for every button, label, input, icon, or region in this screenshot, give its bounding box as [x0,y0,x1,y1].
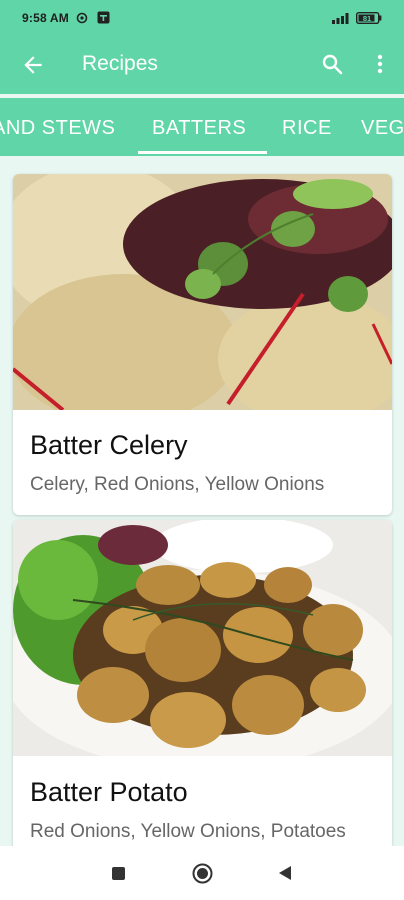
page-title: Recipes [82,52,158,75]
recipe-ingredients: Red Onions, Yellow Onions, Potatoes [30,821,346,842]
battery-icon: 81 [356,12,382,24]
recipe-card[interactable]: Batter Potato Red Onions, Yellow Onions,… [13,520,392,850]
recipe-image [13,174,392,410]
battery-level: 81 [363,14,371,23]
selected-tab-indicator [138,151,267,154]
recipe-card[interactable]: Batter Celery Celery, Red Onions, Yellow… [13,174,392,515]
tab-batters[interactable]: BATTERS [152,117,246,140]
back-triangle-icon[interactable] [278,865,292,881]
category-tabs: AND STEWS BATTERS RICE VEG [0,98,404,156]
app-bar: Recipes [0,36,404,94]
more-vert-icon[interactable] [370,52,390,76]
notification-icon [97,11,110,24]
back-arrow-icon[interactable] [20,52,46,78]
recipe-ingredients: Celery, Red Onions, Yellow Onions [30,474,325,495]
tab-vegetables[interactable]: VEG [361,117,404,140]
recipe-title: Batter Celery [30,430,188,460]
recents-square-icon[interactable] [112,867,125,880]
recipe-title: Batter Potato [30,777,188,807]
tab-stews[interactable]: AND STEWS [0,117,115,140]
status-time: 9:58 AM [22,11,69,25]
search-icon[interactable] [320,52,344,76]
settings-icon [76,12,88,24]
system-nav-bar [0,846,404,900]
recipe-image [13,520,392,756]
tab-rice[interactable]: RICE [282,117,332,140]
status-bar: 9:58 AM 81 [0,0,404,36]
home-circle-icon[interactable] [192,863,213,884]
signal-icon [332,13,349,24]
